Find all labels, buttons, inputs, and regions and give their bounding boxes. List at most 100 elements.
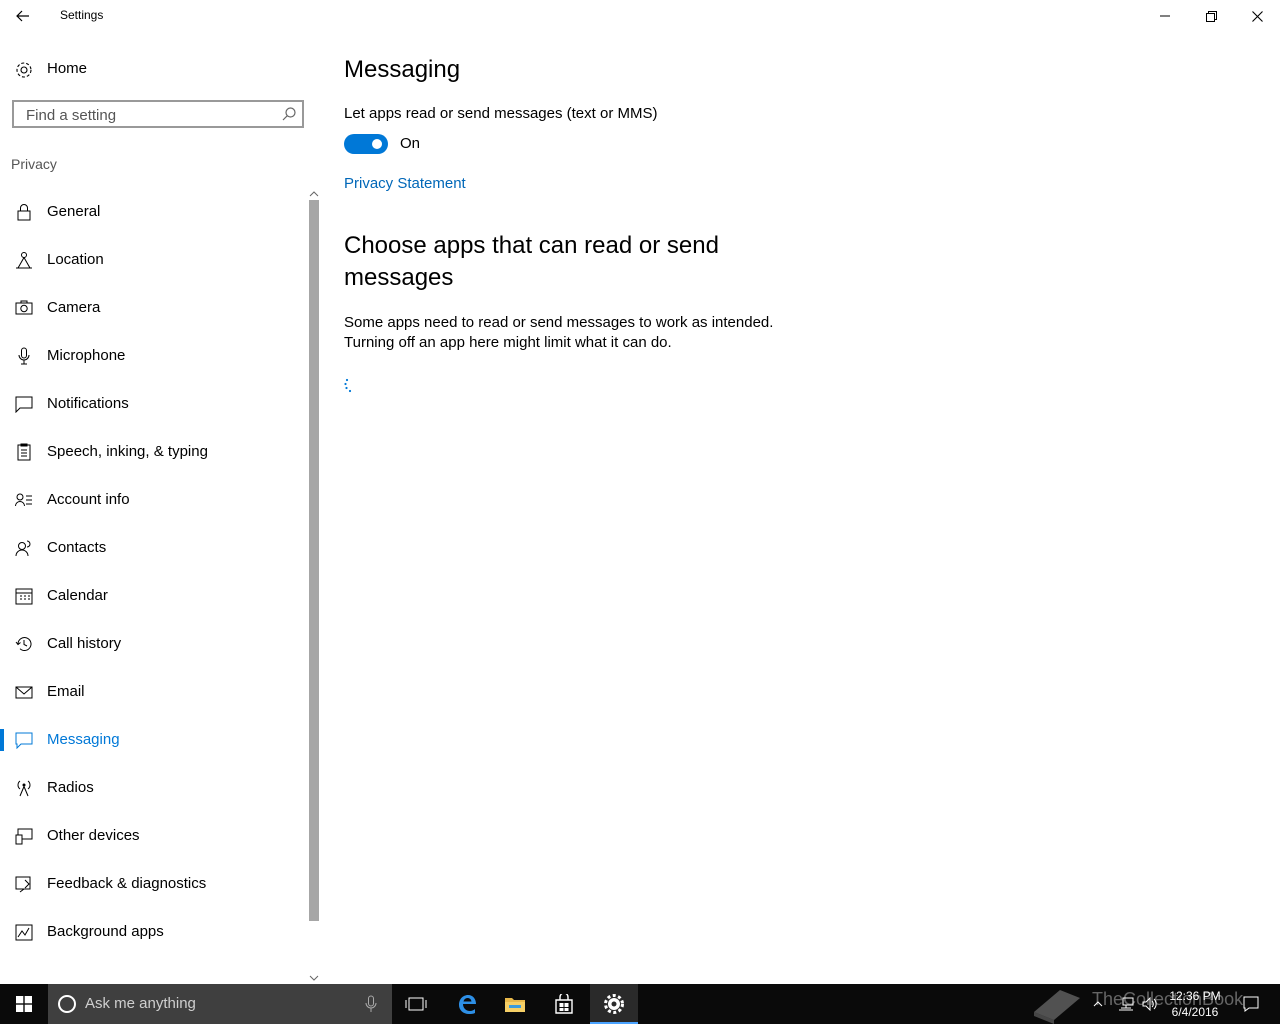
book-logo-icon (1034, 990, 1080, 1024)
sidebar-item-label: Speech, inking, & typing (47, 443, 208, 460)
sidebar-item-account-info[interactable]: Account info (0, 476, 308, 524)
sidebar-item-notifications[interactable]: Notifications (0, 380, 308, 428)
loading-spinner-icon (344, 378, 352, 393)
camera-icon (15, 300, 33, 315)
scroll-up-arrow-icon[interactable] (308, 188, 320, 200)
lock-icon (17, 204, 31, 221)
volume-tray-button[interactable] (1138, 984, 1162, 1024)
radio-icon (17, 780, 31, 797)
sidebar-item-radios[interactable]: Radios (0, 764, 308, 812)
show-hidden-icons-button[interactable] (1088, 984, 1108, 1024)
cortana-search-box[interactable]: Ask me anything (48, 984, 392, 1024)
privacy-nav-list: General Location Camera Microphone Notif… (0, 188, 308, 956)
sidebar-item-calendar[interactable]: Calendar (0, 572, 308, 620)
page-title: Messaging (344, 56, 461, 83)
sidebar-item-call-history[interactable]: Call history (0, 620, 308, 668)
gear-icon (604, 994, 624, 1014)
messaging-setting-label: Let apps read or send messages (text or … (344, 105, 658, 122)
speaker-icon (1142, 997, 1157, 1011)
store-bag-icon (555, 994, 573, 1014)
sidebar-item-microphone[interactable]: Microphone (0, 332, 308, 380)
task-view-button[interactable] (392, 984, 440, 1024)
sidebar-item-speech-inking-typing[interactable]: Speech, inking, & typing (0, 428, 308, 476)
sidebar-item-email[interactable]: Email (0, 668, 308, 716)
sidebar-item-general[interactable]: General (0, 188, 308, 236)
sidebar-item-location[interactable]: Location (0, 236, 308, 284)
sidebar-item-messaging[interactable]: Messaging (0, 716, 308, 764)
sidebar-item-contacts[interactable]: Contacts (0, 524, 308, 572)
network-icon (1119, 997, 1134, 1011)
sidebar-item-label: Microphone (47, 347, 126, 364)
chevron-up-icon (1093, 1001, 1103, 1007)
restore-button[interactable] (1188, 0, 1234, 32)
clock-date: 6/4/2016 (1171, 1005, 1219, 1019)
task-view-icon (405, 997, 427, 1011)
microphone-icon[interactable] (364, 994, 378, 1014)
settings-taskbar-button[interactable] (590, 984, 638, 1024)
sidebar-item-feedback-diagnostics[interactable]: Feedback & diagnostics (0, 860, 308, 908)
sidebar-item-label: Email (47, 683, 85, 700)
section-label-privacy: Privacy (11, 156, 57, 172)
close-button[interactable] (1234, 0, 1280, 32)
sidebar-item-label: Other devices (47, 827, 140, 844)
location-icon (16, 252, 32, 269)
sidebar-item-label: Background apps (47, 923, 164, 940)
minimize-button[interactable] (1142, 0, 1188, 32)
search-input[interactable] (24, 102, 278, 128)
devices-icon (15, 828, 33, 845)
cortana-icon (58, 995, 76, 1013)
sidebar: Home Privacy General Location Camera Mic… (0, 0, 320, 981)
network-tray-button[interactable] (1114, 984, 1138, 1024)
sidebar-item-camera[interactable]: Camera (0, 284, 308, 332)
scroll-down-arrow-icon[interactable] (308, 972, 320, 984)
sidebar-item-label: Call history (47, 635, 122, 652)
sidebar-item-other-devices[interactable]: Other devices (0, 812, 308, 860)
message-icon (15, 732, 33, 749)
scroll-thumb[interactable] (309, 200, 319, 921)
taskbar-clock[interactable]: 12:36 PM 6/4/2016 (1162, 988, 1228, 1020)
cortana-search-placeholder: Ask me anything (85, 995, 196, 1012)
settings-search-box[interactable] (12, 100, 304, 128)
action-center-icon (1243, 996, 1259, 1012)
section-description: Some apps need to read or send messages … (344, 313, 784, 353)
sidebar-item-label: Messaging (47, 731, 120, 748)
sidebar-item-label: Radios (47, 779, 94, 796)
windows-logo-icon (16, 996, 32, 1012)
edge-browser-icon (459, 995, 476, 1014)
home-nav-item[interactable]: Home (0, 52, 310, 88)
action-center-button[interactable] (1236, 984, 1266, 1024)
restore-icon (1205, 10, 1217, 22)
main-content: Messaging Let apps read or send messages… (344, 32, 1244, 982)
sidebar-item-label: Location (47, 251, 104, 268)
sidebar-item-background-apps[interactable]: Background apps (0, 908, 308, 956)
sidebar-item-label: Camera (47, 299, 101, 316)
clock-time: 12:36 PM (1169, 989, 1221, 1003)
section-heading: Choose apps that can read or send messag… (344, 232, 719, 291)
search-icon[interactable] (282, 107, 296, 121)
minimize-icon (1160, 15, 1170, 17)
toggle-knob (372, 139, 382, 149)
description-line-2: Turning off an app here might limit what… (344, 334, 672, 351)
description-line-1: Some apps need to read or send messages … (344, 314, 774, 331)
clipboard-icon (17, 443, 31, 461)
close-icon (1251, 10, 1263, 22)
sidebar-scrollbar[interactable] (308, 188, 320, 984)
store-taskbar-button[interactable] (540, 984, 588, 1024)
home-label: Home (47, 60, 88, 77)
file-explorer-taskbar-button[interactable] (491, 984, 539, 1024)
sidebar-item-label: Account info (47, 491, 130, 508)
history-icon (15, 637, 32, 651)
feedback-icon (15, 876, 31, 893)
account-icon (15, 493, 32, 507)
toggle-state-label: On (400, 135, 421, 152)
edge-taskbar-button[interactable] (443, 984, 491, 1024)
messaging-toggle[interactable] (344, 134, 388, 154)
sidebar-item-label: Feedback & diagnostics (47, 875, 207, 892)
microphone-icon (18, 347, 30, 365)
sidebar-item-label: General (47, 203, 101, 220)
sidebar-item-label: Contacts (47, 539, 107, 556)
folder-icon (505, 998, 525, 1012)
privacy-statement-link[interactable]: Privacy Statement (344, 175, 466, 192)
start-button[interactable] (0, 984, 48, 1024)
contacts-icon (15, 540, 31, 557)
